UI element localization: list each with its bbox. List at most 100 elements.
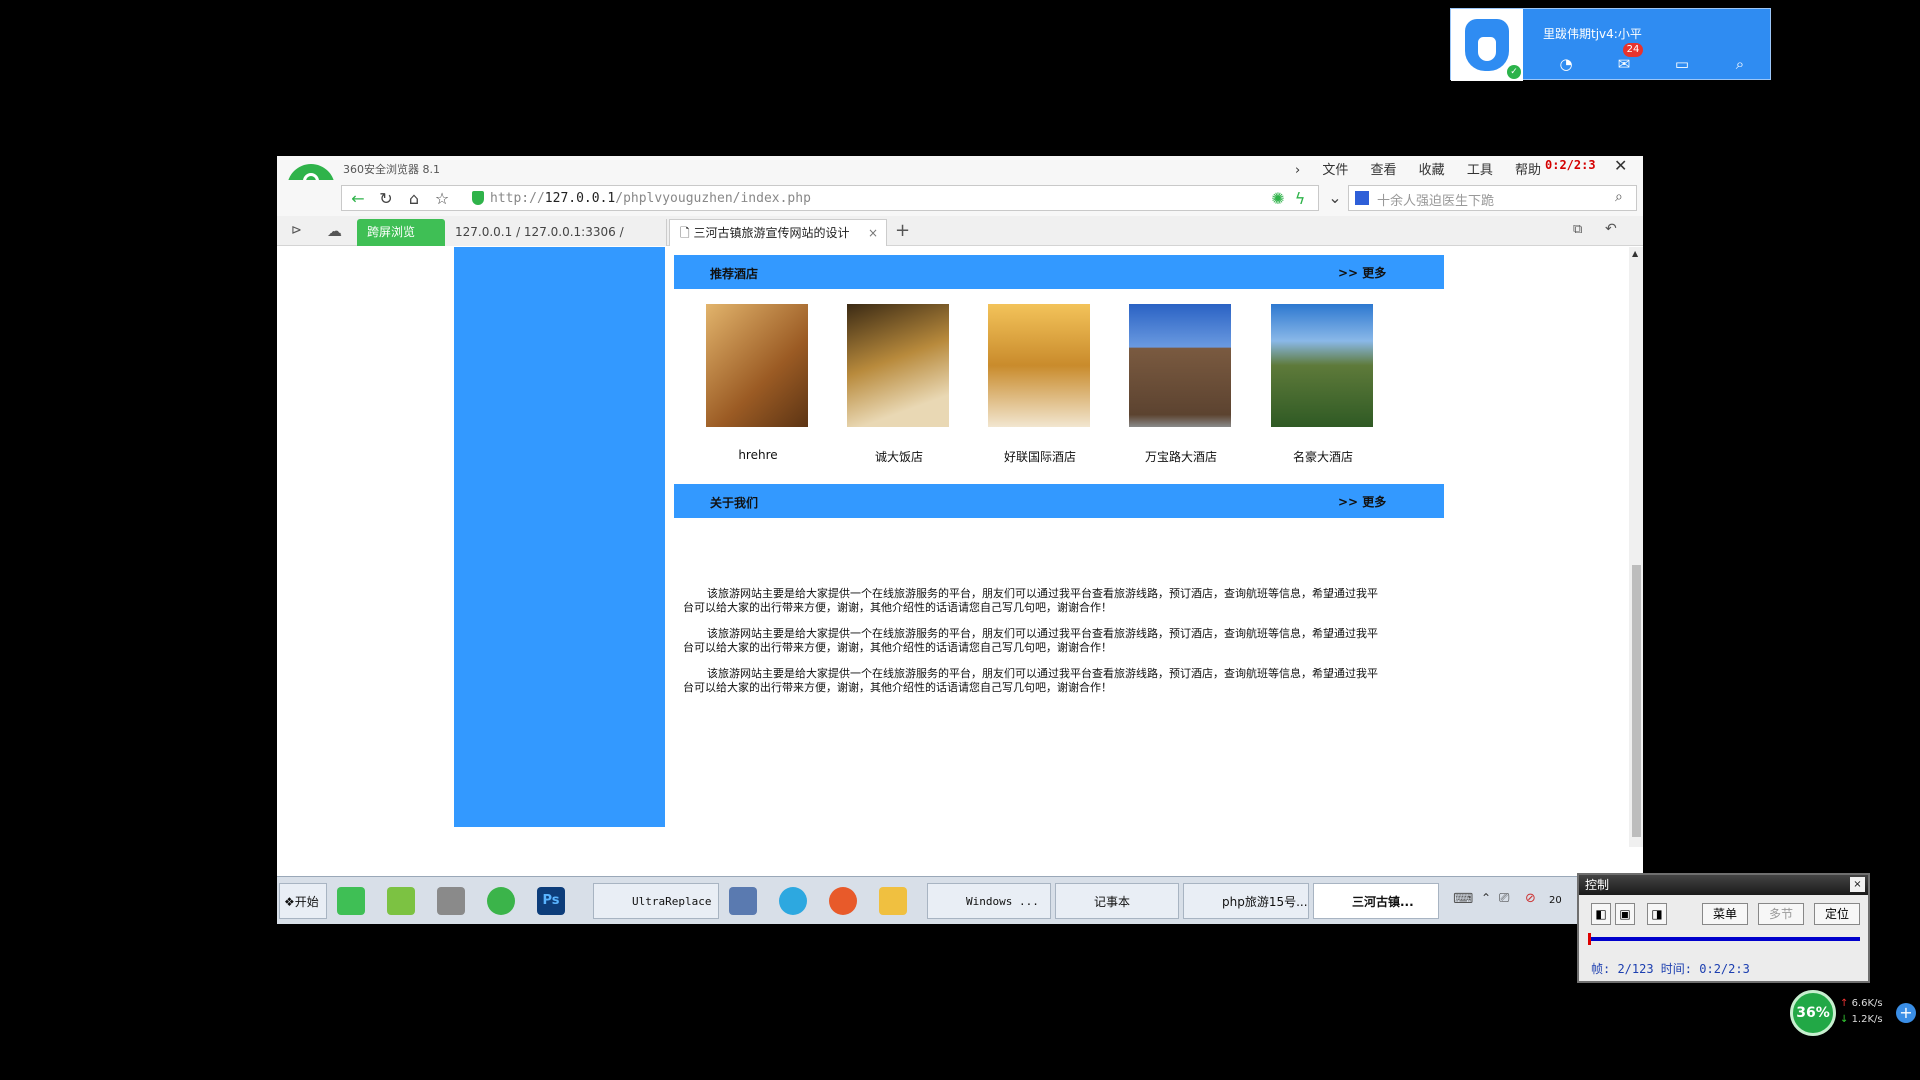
page-icon: 🗋	[680, 226, 694, 240]
menu-item-favorites[interactable]: 收藏	[1419, 163, 1445, 178]
hotel-photo[interactable]	[847, 304, 949, 427]
globe-icon[interactable]	[779, 887, 807, 915]
timeline-track[interactable]	[1588, 937, 1860, 941]
stop-icon[interactable]: ▣	[1615, 903, 1635, 925]
download-arrow-icon: ↓	[1840, 1014, 1852, 1025]
locate-button[interactable]: 定位	[1814, 903, 1860, 925]
taskbar-notepad[interactable]: 记事本	[1055, 883, 1179, 919]
search-input[interactable]: 十余人强迫医生下跪	[1377, 190, 1494, 209]
menu-item-help[interactable]: 帮助	[1515, 163, 1541, 178]
start-button[interactable]: ❖开始	[279, 883, 327, 919]
taskbar-windows-explorer[interactable]: Windows ...	[927, 883, 1051, 919]
notes-icon[interactable]	[879, 887, 907, 915]
timeline-marker[interactable]	[1588, 933, 1591, 945]
wechat-icon[interactable]	[337, 887, 365, 915]
hotel-photo[interactable]	[1129, 304, 1231, 427]
volume-muted-icon[interactable]: ⊘	[1525, 891, 1536, 906]
multi-section-button[interactable]: 多节	[1758, 903, 1804, 925]
keyboard-icon[interactable]: ⌨	[1453, 891, 1473, 907]
tab-close-icon[interactable]: ×	[868, 220, 878, 246]
restore-tabs-icon[interactable]: ⧉	[1573, 222, 1582, 237]
photoshop-icon[interactable]: Ps	[537, 887, 565, 915]
cloud-icon[interactable]: ☁	[327, 222, 342, 240]
search-box[interactable]: 十余人强迫医生下跪 ⌕	[1348, 185, 1637, 211]
about-more-link[interactable]: >> 更多	[1338, 493, 1386, 510]
mail-count-badge: 24	[1623, 43, 1643, 57]
chevron-down-icon[interactable]: ⌄	[1323, 189, 1347, 207]
frame-status: 帧: 2/123 时间: 0:2/2:3	[1591, 962, 1750, 976]
hotel-card[interactable]: 名豪大酒店	[1271, 304, 1375, 464]
tray-expand-icon[interactable]: ⌃	[1481, 891, 1491, 905]
hotel-card[interactable]: hrehre	[706, 304, 810, 462]
star-icon[interactable]: ☆	[430, 190, 454, 208]
tools-icon[interactable]	[729, 887, 757, 915]
scroll-up-icon[interactable]: ▲	[1632, 249, 1638, 258]
tab-phpmyadmin[interactable]: 127.0.0.1 / 127.0.0.1:3306 /	[445, 219, 667, 246]
scroll-thumb[interactable]	[1632, 565, 1641, 837]
menu-button[interactable]: 菜单	[1702, 903, 1748, 925]
close-icon[interactable]: ✕	[1614, 156, 1627, 175]
hotels-more-link[interactable]: >> 更多	[1338, 264, 1386, 281]
shield-icon	[472, 191, 484, 205]
clock[interactable]: 20	[1549, 895, 1562, 906]
accelerate-icon[interactable]: ✺	[1266, 190, 1290, 208]
hotel-photo[interactable]	[988, 304, 1090, 427]
undo-close-icon[interactable]: ↶	[1605, 221, 1617, 237]
taskbar: ❖开始 Ps UltraReplace Windows ... 记事本 php旅…	[277, 876, 1643, 924]
recording-time: 0:2/2:3	[1545, 158, 1596, 172]
menu-item-tools[interactable]: 工具	[1467, 163, 1493, 178]
truck-icon[interactable]	[437, 887, 465, 915]
hotel-name[interactable]: 诚大饭店	[847, 448, 951, 465]
camera-icon[interactable]: ⎚	[1499, 891, 1509, 906]
network-widget[interactable]: 36% ↑ 6.6K/s ↓ 1.2K/s +	[1790, 990, 1918, 1036]
hotels-section-header: 推荐酒店 >> 更多	[674, 255, 1444, 289]
search-engine-icon[interactable]	[1355, 191, 1369, 205]
lightning-icon[interactable]: ϟ	[1288, 190, 1312, 208]
hotel-card[interactable]: 诚大饭店	[847, 304, 951, 464]
hotel-card[interactable]: 好联国际酒店	[988, 304, 1092, 464]
about-section-header: 关于我们 >> 更多	[674, 484, 1444, 518]
hotels-section-title: 推荐酒店	[710, 267, 759, 281]
back-arrow-icon[interactable]: ←	[346, 190, 370, 208]
hotel-card[interactable]: 万宝路大酒店	[1129, 304, 1233, 464]
url-input[interactable]: http://127.0.0.1/phplvyouguzhen/index.ph…	[490, 191, 811, 206]
tab-cross-screen[interactable]: 跨屏浏览	[357, 219, 445, 246]
app-logo[interactable]: ✓	[1451, 9, 1523, 81]
hotel-name[interactable]: 名豪大酒店	[1271, 448, 1375, 465]
hotel-name[interactable]: 好联国际酒店	[988, 448, 1092, 465]
control-close-icon[interactable]: ×	[1850, 877, 1865, 892]
vertical-scrollbar[interactable]: ▲	[1629, 247, 1643, 847]
browser-window: 360安全浏览器 8.1 › 文件 查看 收藏 工具 帮助 0:2/2:3 ✕ …	[277, 156, 1643, 924]
page-viewport: 推荐酒店 >> 更多 hrehre 诚大饭店 好联国际酒店 万宝路大酒店 名豪大…	[277, 247, 1629, 847]
colors-icon[interactable]	[829, 887, 857, 915]
memory-percent[interactable]: 36%	[1790, 990, 1836, 1036]
about-paragraph: 该旅游网站主要是给大家提供一个在线旅游服务的平台，朋友们可以通过我平台查看旅游线…	[683, 627, 1378, 654]
about-paragraph: 该旅游网站主要是给大家提供一个在线旅游服务的平台，朋友们可以通过我平台查看旅游线…	[683, 667, 1378, 694]
menu-item-view[interactable]: 查看	[1371, 163, 1397, 178]
menu-item-file[interactable]: 文件	[1322, 163, 1348, 178]
taskbar-word[interactable]: php旅游15号...	[1183, 883, 1309, 919]
menu-chevron-icon[interactable]: ›	[1295, 163, 1300, 178]
hotel-photo[interactable]	[1271, 304, 1373, 427]
hotel-photo[interactable]	[706, 304, 808, 427]
next-frame-icon[interactable]: ◨	[1647, 903, 1667, 925]
hotel-name[interactable]: 万宝路大酒店	[1129, 448, 1233, 465]
android-icon[interactable]	[387, 887, 415, 915]
search-icon[interactable]: ⌕	[1729, 53, 1751, 75]
refresh-icon[interactable]: ↻	[374, 190, 398, 208]
calendar-icon[interactable]: ▭	[1671, 53, 1693, 75]
taskbar-browser[interactable]: 三河古镇...	[1313, 883, 1439, 919]
tab-active[interactable]: 🗋 三河古镇旅游宣传网站的设计 ×	[669, 219, 887, 246]
address-bar-row: ← ↻ ⌂ ☆ http://127.0.0.1/phplvyouguzhen/…	[277, 180, 1643, 216]
hotel-name[interactable]: hrehre	[706, 448, 810, 462]
sidebar-toggle-icon[interactable]: ⊳	[291, 223, 302, 238]
dreamweaver-icon[interactable]	[487, 887, 515, 915]
home-icon[interactable]: ⌂	[402, 190, 426, 208]
new-tab-icon[interactable]: +	[895, 220, 910, 241]
notification-title: 里跋伟期tjv4:小平	[1543, 27, 1642, 41]
magnifier-icon[interactable]: ⌕	[1615, 189, 1623, 205]
taskbar-ultrareplace[interactable]: UltraReplace	[593, 883, 719, 919]
clock-icon[interactable]: ◔	[1555, 53, 1577, 75]
prev-frame-icon[interactable]: ◧	[1591, 903, 1611, 925]
add-icon[interactable]: +	[1896, 1003, 1916, 1023]
